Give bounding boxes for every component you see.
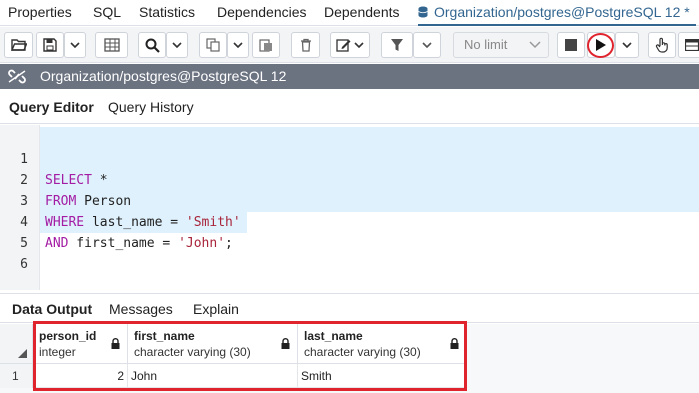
execute-options-dropdown[interactable]: [615, 32, 639, 58]
row-limit-value: No limit: [464, 37, 508, 52]
grid-icon: [103, 38, 120, 52]
grid-corner[interactable]: [0, 324, 33, 364]
delete-button[interactable]: [291, 32, 320, 58]
tab-query-tool[interactable]: Organization/postgres@PostgreSQL 12 *: [418, 0, 696, 26]
column-header-last-name[interactable]: last_name character varying (30): [298, 324, 467, 364]
edit-button[interactable]: [330, 32, 370, 58]
column-type: character varying (30): [134, 345, 251, 359]
stop-icon: [565, 39, 577, 51]
chevron-down-icon: [622, 42, 632, 48]
code-line: 1 SELECT *: [0, 128, 107, 188]
code-line: 5: [0, 212, 31, 251]
result-tab-bar: Data Output Messages Explain: [0, 293, 699, 323]
code-text: WHERE last_name = 'Smith': [45, 215, 241, 230]
copy-button[interactable]: [199, 32, 227, 58]
tab-query-editor[interactable]: Query Editor: [9, 90, 94, 124]
connection-bar: Organization/postgres@PostgreSQL 12: [0, 64, 699, 89]
open-file-button[interactable]: [4, 32, 33, 58]
save-button[interactable]: [36, 32, 64, 58]
hand-icon: [655, 37, 668, 53]
column-type: character varying (30): [304, 345, 421, 359]
lock-icon: [281, 338, 290, 349]
sql-editor[interactable]: 1 SELECT * 2 FROM Person 3 WHERE last_na…: [0, 125, 699, 290]
delete-icon: [300, 38, 311, 52]
tab-query-history[interactable]: Query History: [108, 90, 194, 124]
column-name: first_name: [134, 329, 195, 343]
filter-button[interactable]: [381, 32, 413, 58]
chevron-down-icon: [529, 41, 541, 49]
chevron-down-icon: [70, 42, 80, 48]
copy-icon: [206, 38, 220, 52]
code-line: 4 AND first_name = 'John';: [0, 191, 233, 251]
lock-icon: [450, 338, 459, 349]
tab-statistics[interactable]: Statistics: [139, 0, 195, 26]
tab-sql[interactable]: SQL: [93, 0, 121, 26]
edit-icon: [336, 39, 364, 52]
tab-dependencies[interactable]: Dependencies: [217, 0, 307, 26]
connection-link-icon[interactable]: [8, 69, 26, 84]
tab-data-output[interactable]: Data Output: [12, 294, 92, 324]
copy-options-dropdown[interactable]: [227, 32, 249, 58]
code-text: FROM Person: [45, 194, 132, 209]
open-file-icon: [10, 39, 27, 51]
column-name: person_id: [39, 329, 97, 343]
code-text: AND first_name = 'John';: [45, 236, 233, 251]
connection-label: Organization/postgres@PostgreSQL 12: [40, 68, 287, 84]
tab-dependents[interactable]: Dependents: [324, 0, 400, 26]
column-header-person-id[interactable]: person_id integer: [33, 324, 128, 364]
tab-properties[interactable]: Properties: [8, 0, 72, 26]
table-cell[interactable]: John: [128, 364, 298, 388]
table-cell[interactable]: Smith: [298, 364, 467, 388]
tab-query-tool-label: Organization/postgres@PostgreSQL 12 *: [434, 4, 690, 20]
macros-button[interactable]: [648, 32, 676, 58]
filter-icon: [391, 39, 403, 51]
paste-button[interactable]: [252, 32, 280, 58]
table-cell[interactable]: 2: [33, 364, 128, 388]
line-number: 6: [20, 257, 28, 272]
select-all-icon: [18, 349, 27, 358]
save-options-dropdown[interactable]: [64, 32, 86, 58]
paste-icon: [259, 39, 272, 52]
database-icon: [418, 6, 428, 18]
save-icon: [43, 38, 57, 52]
stop-button[interactable]: [557, 32, 585, 58]
code-line: 3 WHERE last_name = 'Smith': [0, 170, 241, 230]
column-header-first-name[interactable]: first_name character varying (30): [128, 324, 298, 364]
column-type: integer: [39, 345, 76, 359]
code-line: 6: [0, 233, 31, 272]
search-icon: [145, 38, 160, 53]
query-toolbar: No limit: [0, 27, 699, 63]
row-limit-select[interactable]: No limit: [453, 32, 549, 58]
code-line: 2 FROM Person: [0, 149, 131, 209]
top-tab-bar: Properties SQL Statistics Dependencies D…: [0, 0, 699, 26]
find-button[interactable]: [138, 32, 166, 58]
editor-tab-bar: Query Editor Query History: [0, 90, 699, 124]
grid-view-button[interactable]: [95, 32, 128, 58]
table-icon: [685, 39, 699, 51]
execute-icon: [596, 39, 606, 51]
row-number[interactable]: 1: [0, 364, 33, 388]
chevron-down-icon: [422, 42, 432, 48]
table-view-button[interactable]: [678, 32, 699, 58]
filter-options-dropdown[interactable]: [413, 32, 441, 58]
data-output-grid: person_id integer first_name character v…: [0, 324, 699, 393]
chevron-down-icon: [172, 42, 182, 48]
selection-highlight: [40, 127, 699, 212]
tab-messages[interactable]: Messages: [109, 294, 173, 324]
code-text: SELECT *: [45, 173, 108, 188]
lock-icon: [111, 338, 120, 349]
column-name: last_name: [304, 329, 363, 343]
chevron-down-icon: [233, 42, 243, 48]
execute-button[interactable]: [587, 32, 615, 58]
tab-explain[interactable]: Explain: [193, 294, 239, 324]
find-options-dropdown[interactable]: [166, 32, 188, 58]
